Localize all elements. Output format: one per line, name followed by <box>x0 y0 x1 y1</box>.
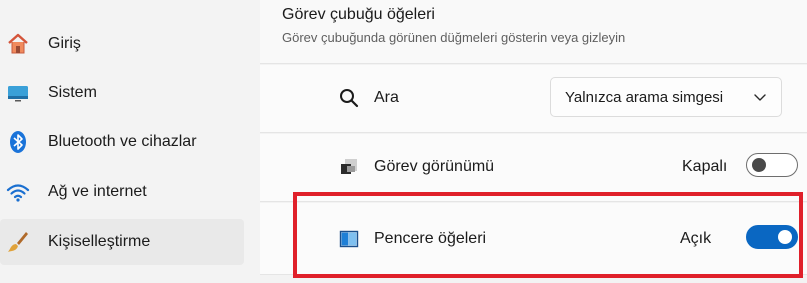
home-icon <box>6 32 30 56</box>
sidebar-item-label: Kişiselleştirme <box>48 233 151 250</box>
sidebar-item-label: Sistem <box>48 84 97 101</box>
bluetooth-icon <box>6 130 30 154</box>
sidebar-item-network[interactable]: Ağ ve internet <box>0 169 244 215</box>
wifi-icon <box>6 180 30 204</box>
sidebar-item-home[interactable]: Giriş <box>0 21 244 67</box>
window-items-state: Açık <box>680 230 712 247</box>
task-view-toggle[interactable] <box>746 153 798 177</box>
search-label: Ara <box>374 89 399 106</box>
window-items-label: Pencere öğeleri <box>374 230 487 247</box>
sidebar-item-label: Ağ ve internet <box>48 183 147 200</box>
search-mode-dropdown[interactable]: Yalnızca arama simgesi <box>550 77 782 117</box>
setting-row-window-items: Pencere öğeleri Açık <box>260 203 807 275</box>
main-content: Görev çubuğu öğeleri Görev çubuğunda gör… <box>260 0 807 283</box>
task-view-icon <box>338 156 360 178</box>
widgets-icon <box>338 228 360 250</box>
section-header[interactable]: Görev çubuğu öğeleri Görev çubuğunda gör… <box>260 0 807 64</box>
window-items-toggle[interactable] <box>746 225 798 249</box>
setting-row-search: Ara Yalnızca arama simgesi <box>260 65 807 133</box>
sidebar-item-system[interactable]: Sistem <box>0 70 244 116</box>
sidebar-item-label: Giriş <box>48 35 81 52</box>
task-view-label: Görev görünümü <box>374 158 495 175</box>
sidebar-item-personalization[interactable]: Kişiselleştirme <box>0 219 244 265</box>
chevron-down-icon <box>753 90 767 104</box>
sidebar: Giriş Sistem Bluetooth ve cihazlar Ağ ve… <box>0 0 260 283</box>
section-title: Görev çubuğu öğeleri <box>282 6 435 23</box>
sidebar-item-label: Bluetooth ve cihazlar <box>48 133 197 150</box>
search-icon <box>338 87 360 109</box>
dropdown-value: Yalnızca arama simgesi <box>565 89 724 106</box>
system-monitor-icon <box>6 81 30 105</box>
task-view-state: Kapalı <box>682 158 728 175</box>
setting-row-task-view: Görev görünümü Kapalı <box>260 134 807 202</box>
toggle-knob <box>752 158 766 172</box>
paintbrush-icon <box>6 230 30 254</box>
settings-window: Giriş Sistem Bluetooth ve cihazlar Ağ ve… <box>0 0 807 283</box>
section-subtitle: Görev çubuğunda görünen düğmeleri göster… <box>282 30 626 45</box>
sidebar-item-bluetooth[interactable]: Bluetooth ve cihazlar <box>0 119 244 165</box>
toggle-knob <box>778 230 792 244</box>
